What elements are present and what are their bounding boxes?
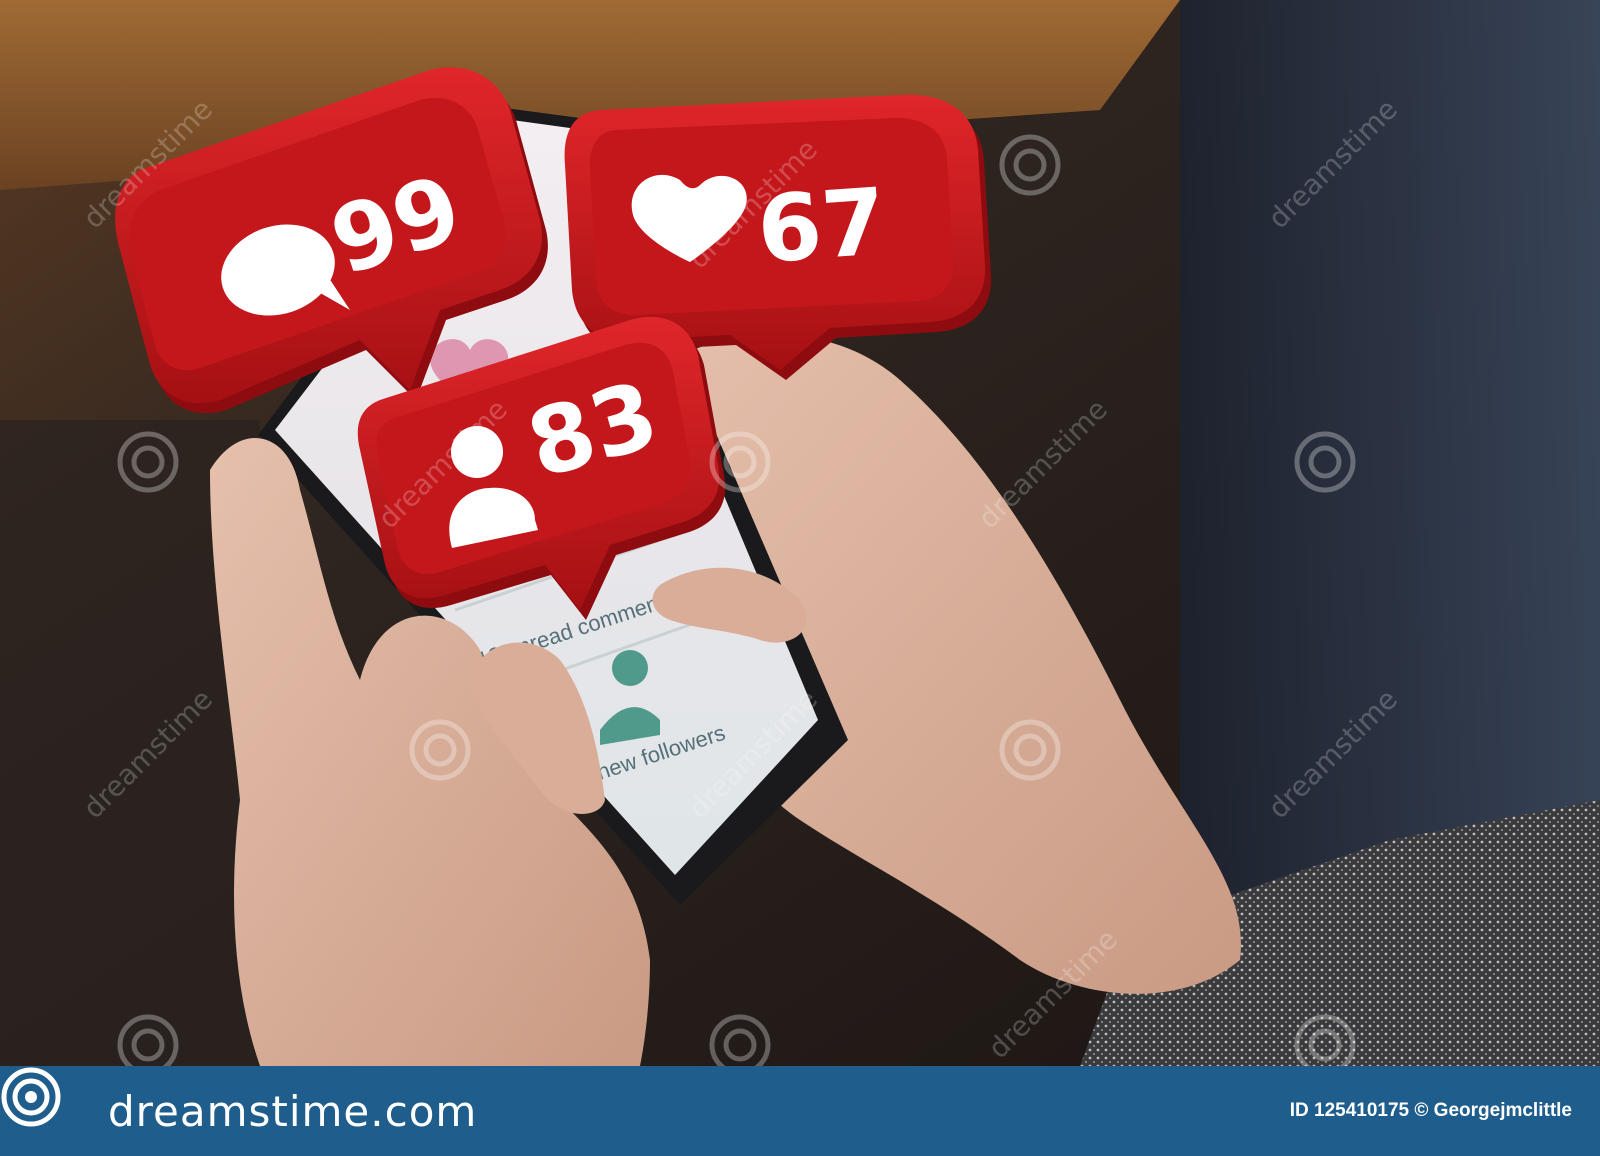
spiral-icon bbox=[1, 1067, 90, 1142]
follower-avatar-icon bbox=[612, 650, 648, 686]
stock-footer: dreamstime.com ID 125410175 © Georgejmcl… bbox=[0, 1066, 1600, 1156]
brand-group: dreamstime.com bbox=[1, 1067, 478, 1142]
brand-name: dreamstime.com bbox=[108, 1086, 478, 1136]
image-credit: ID 125410175 © Georgejmclittle bbox=[1289, 1100, 1572, 1121]
photo-scene: 12 unread comments new followers 99 67 8… bbox=[0, 0, 1600, 1156]
photo-canvas: 12 unread comments new followers 99 67 8… bbox=[0, 0, 1600, 1066]
